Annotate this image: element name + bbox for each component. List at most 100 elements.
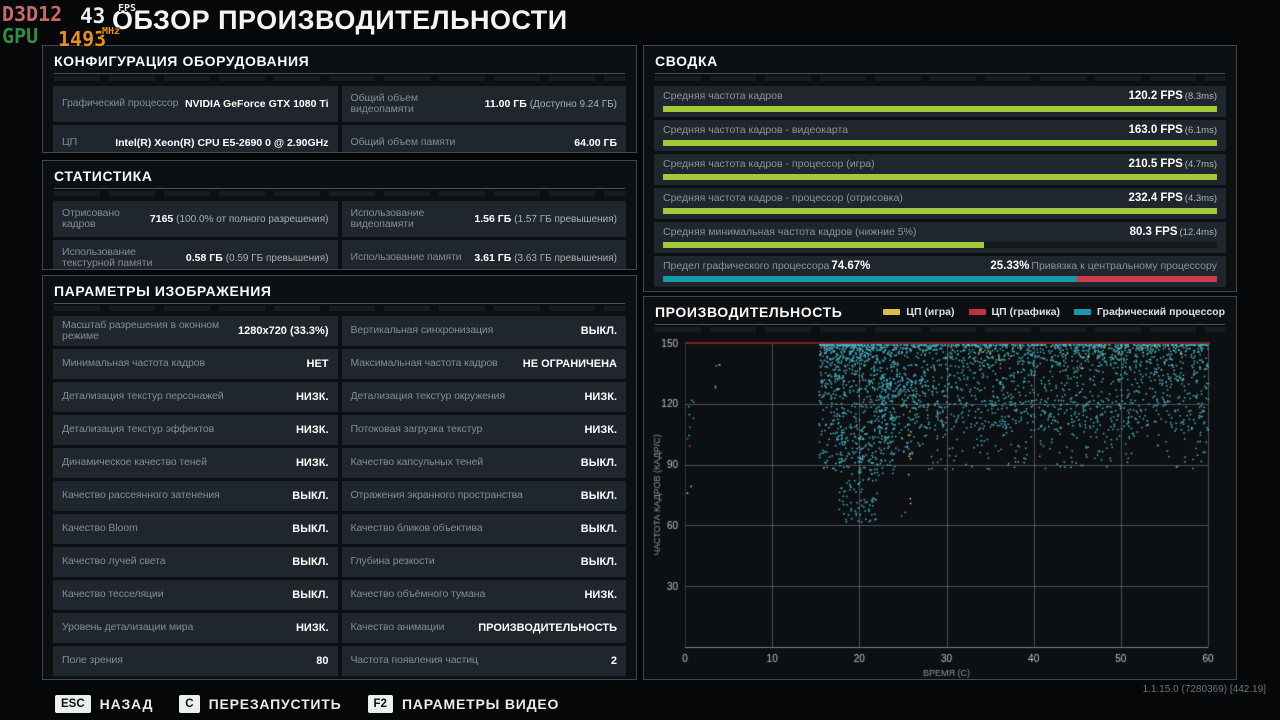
osd-gpu-label: GPU — [2, 24, 39, 48]
stats-value: 1.56 ГБ (1.57 ГБ превышения) — [474, 213, 617, 225]
divider — [655, 73, 1225, 74]
summary-row-avg-fps-cpu-game: Средняя частота кадров - процессор (игра… — [654, 154, 1226, 185]
stats-value: 7165 (100.0% от полного разрешения) — [149, 213, 329, 225]
param-row: Качество бликов объектива ВЫКЛ. — [341, 514, 626, 544]
summary-bar-fill — [663, 208, 1217, 214]
param-row: Отражения экранного пространства ВЫКЛ. — [341, 481, 626, 511]
stats-row-texture-memory: Использование текстурной памяти 0.58 ГБ … — [53, 240, 338, 269]
hardware-config-panel: КОНФИГУРАЦИЯ ОБОРУДОВАНИЯ Графический пр… — [42, 45, 637, 153]
param-value: НИЗК. — [584, 589, 617, 601]
summary-row-avg-fps-gpu: Средняя частота кадров - видеокарта 163.… — [654, 120, 1226, 151]
back-button[interactable]: ESC НАЗАД — [55, 695, 153, 713]
divider-ghost — [54, 76, 625, 81]
summary-bar-fill — [663, 174, 1217, 180]
summary-label: Средняя частота кадров - процессор (отри… — [663, 192, 903, 204]
param-row: Минимальная частота кадров НЕТ — [53, 349, 338, 379]
summary-row-gpu-bound: Предел графического процессора 74.67% 25… — [654, 256, 1226, 287]
divider-ghost — [54, 191, 625, 196]
stats-row-memory-usage: Использование памяти 3.61 ГБ (3.63 ГБ пр… — [341, 240, 626, 269]
param-label: Детализация текстур эффектов — [62, 423, 215, 436]
param-value: ВЫКЛ. — [580, 523, 617, 535]
param-value: НИЗК. — [584, 424, 617, 436]
divider — [655, 324, 1225, 325]
param-row: Масштаб разрешения в оконном режиме 1280x… — [53, 316, 338, 346]
param-value: ВЫКЛ. — [292, 490, 329, 502]
summary-bar-fill — [663, 106, 1217, 112]
param-label: Качество капсульных теней — [350, 456, 484, 469]
param-label: Качество анимации — [350, 621, 445, 634]
param-row: Максимальная частота кадров НЕ ОГРАНИЧЕНА — [341, 349, 626, 379]
summary-label: Средняя частота кадров - процессор (игра… — [663, 158, 875, 170]
param-label: Потоковая загрузка текстур — [350, 423, 483, 436]
param-value: ПРОИЗВОДИТЕЛЬНОСТЬ — [478, 622, 617, 634]
hardware-label: Общий объем видеопамяти — [350, 91, 419, 115]
summary-label: Средняя частота кадров - видеокарта — [663, 124, 848, 136]
summary-bar — [663, 208, 1217, 214]
param-label: Качество тесселяции — [62, 588, 164, 601]
param-label: Динамическое качество теней — [62, 456, 207, 469]
divider — [54, 73, 625, 74]
divider — [54, 188, 625, 189]
param-value: 2 — [610, 655, 617, 667]
param-label: Качество лучей света — [62, 555, 166, 568]
legend-item-cpu-render: ЦП (графика) — [968, 306, 1060, 318]
summary-row-avg-fps-cpu-render: Средняя частота кадров - процессор (отри… — [654, 188, 1226, 219]
image-parameters-panel: ПАРАМЕТРЫ ИЗОБРАЖЕНИЯ Масштаб разрешения… — [42, 275, 637, 680]
statistics-header: СТАТИСТИКА — [54, 168, 153, 184]
performance-panel: ПРОИЗВОДИТЕЛЬНОСТЬ ЦП (игра) ЦП (графика… — [643, 296, 1237, 680]
param-label: Масштаб разрешения в оконном режиме — [62, 318, 220, 342]
summary-value: 120.2 FPS (8.3ms) — [1128, 90, 1217, 102]
hardware-row-gpu: Графический процессор NVIDIA GeForce GTX… — [53, 86, 338, 122]
summary-bar — [663, 106, 1217, 112]
param-row: Поле зрения 80 — [53, 646, 338, 676]
hardware-row-ram: Общий объем памяти 64.00 ГБ — [341, 125, 626, 152]
param-label: Качество бликов объектива — [350, 522, 483, 535]
hardware-label: Общий объем памяти — [350, 136, 456, 149]
param-value: ВЫКЛ. — [580, 490, 617, 502]
osd-fps-value: 43 — [80, 4, 106, 28]
param-label: Качество объёмного тумана — [350, 588, 486, 601]
param-label: Вертикальная синхронизация — [350, 324, 494, 337]
summary-row-min-fps: Средняя минимальная частота кадров (нижн… — [654, 222, 1226, 253]
param-row: Потоковая загрузка текстур НИЗК. — [341, 415, 626, 445]
param-value: ВЫКЛ. — [292, 556, 329, 568]
param-value: НИЗК. — [584, 391, 617, 403]
summary-header: СВОДКА — [655, 53, 718, 69]
video-settings-button[interactable]: F2 ПАРАМЕТРЫ ВИДЕО — [367, 695, 560, 713]
param-label: Детализация текстур персонажей — [62, 390, 224, 403]
hardware-config-header: КОНФИГУРАЦИЯ ОБОРУДОВАНИЯ — [54, 53, 310, 69]
key-badge-f2: F2 — [367, 695, 393, 713]
param-label: Качество рассеянного затенения — [62, 489, 220, 502]
restart-button[interactable]: C ПЕРЕЗАПУСТИТЬ — [179, 695, 341, 713]
param-row: Качество рассеянного затенения ВЫКЛ. — [53, 481, 338, 511]
summary-panel: СВОДКА Средняя частота кадров 120.2 FPS(… — [643, 45, 1237, 292]
divider — [54, 303, 625, 304]
hardware-row-vram: Общий объем видеопамяти 11.00 ГБ (Доступ… — [341, 86, 626, 122]
chart-legend: ЦП (игра) ЦП (графика) Графический проце… — [883, 306, 1225, 318]
summary-value: 232.4 FPS (4.3ms) — [1128, 192, 1217, 204]
hardware-label: Графический процессор — [62, 97, 179, 110]
param-row: Качество лучей света ВЫКЛ. — [53, 547, 338, 577]
param-row: Частота появления частиц 2 — [341, 646, 626, 676]
param-row: Вертикальная синхронизация ВЫКЛ. — [341, 316, 626, 346]
summary-bar — [663, 242, 1217, 248]
osd-clock-unit: MHz — [102, 26, 121, 37]
hardware-row-cpu: ЦП Intel(R) Xeon(R) CPU E5-2690 0 @ 2.90… — [53, 125, 338, 152]
summary-value: 210.5 FPS (4.7ms) — [1128, 158, 1217, 170]
divider-ghost — [655, 76, 1225, 81]
osd-fps-unit: FPS — [118, 3, 137, 14]
summary-bar-fill — [663, 242, 985, 248]
param-label: Отражения экранного пространства — [350, 489, 523, 502]
param-value: НИЗК. — [295, 622, 329, 634]
image-parameters-header: ПАРАМЕТРЫ ИЗОБРАЖЕНИЯ — [54, 283, 272, 299]
osd-api-label: D3D12 — [2, 2, 63, 26]
param-value: ВЫКЛ. — [292, 589, 329, 601]
param-value: НИЗК. — [295, 424, 329, 436]
stats-row-vram-usage: Использование видеопамяти 1.56 ГБ (1.57 … — [341, 201, 626, 237]
performance-header: ПРОИЗВОДИТЕЛЬНОСТЬ — [655, 304, 843, 320]
param-value: НЕТ — [306, 358, 329, 370]
param-value: 1280x720 (33.3%) — [237, 325, 329, 337]
key-badge-c: C — [179, 695, 200, 713]
cpu-bound-right: 25.33% Привязка к центральному процессор… — [990, 260, 1217, 272]
summary-bar — [663, 174, 1217, 180]
